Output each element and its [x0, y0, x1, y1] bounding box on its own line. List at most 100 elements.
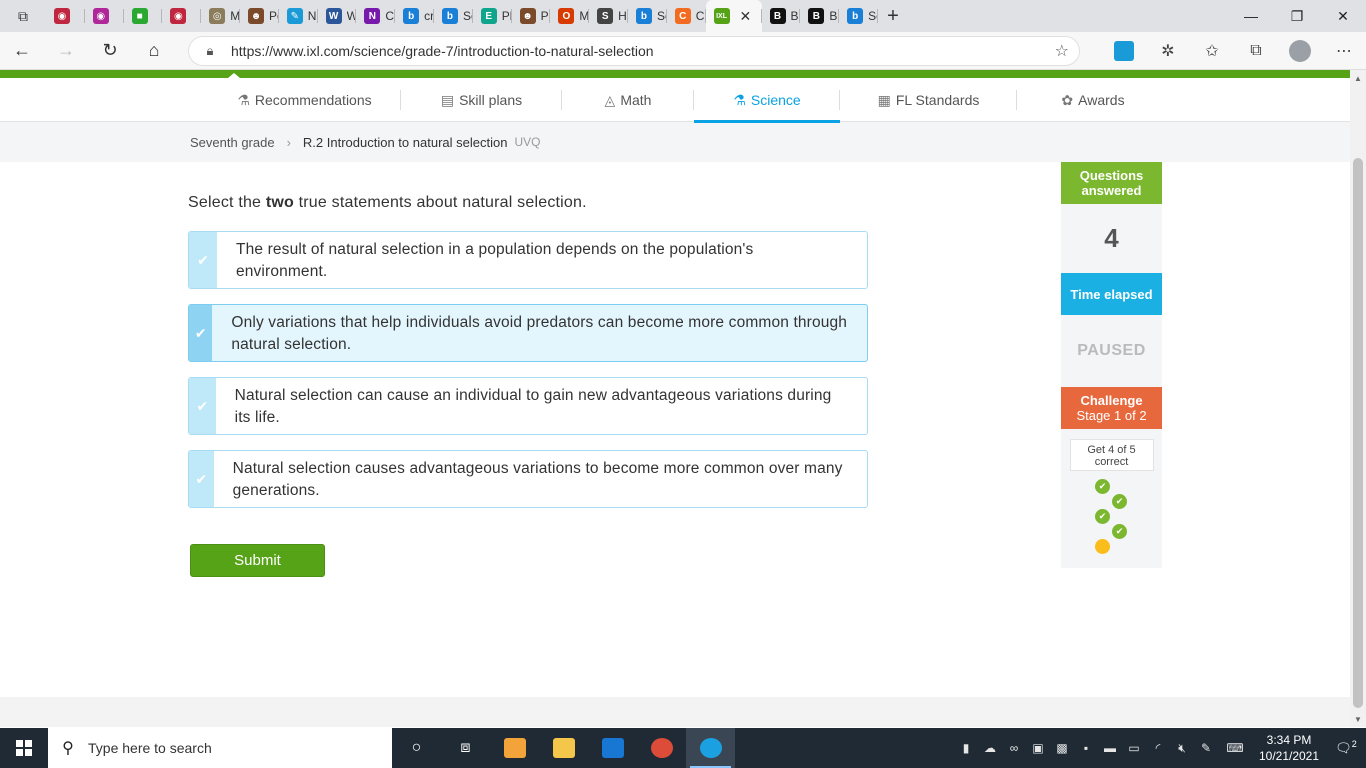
- back-button[interactable]: ←: [0, 32, 44, 70]
- cortana-icon[interactable]: ○: [392, 728, 441, 768]
- answer-option[interactable]: ✔ The result of natural selection in a po…: [188, 231, 868, 289]
- nav-tab-icon: ▤: [440, 91, 455, 108]
- breadcrumb-grade[interactable]: Seventh grade: [190, 135, 275, 150]
- browser-tab[interactable]: S Ho: [589, 0, 628, 32]
- collections-icon[interactable]: ⧉: [1234, 32, 1278, 70]
- submit-button[interactable]: Submit: [190, 544, 325, 577]
- checkmark-icon: ✔: [189, 451, 214, 507]
- home-button[interactable]: ⌂: [132, 32, 176, 70]
- start-button[interactable]: [0, 728, 48, 768]
- tab-actions-icon[interactable]: ⧉: [0, 0, 46, 32]
- answer-option[interactable]: ✔ Natural selection can cause an individu…: [188, 377, 868, 435]
- nav-tab-icon: ✿: [1061, 91, 1074, 108]
- browser-tab[interactable]: ◎ My: [201, 0, 240, 32]
- tab-title: cro: [424, 9, 434, 23]
- tray-app4-icon[interactable]: ▬: [1098, 741, 1122, 755]
- browser-tab[interactable]: N Cul: [356, 0, 395, 32]
- browser-tab[interactable]: b Sea: [628, 0, 667, 32]
- tray-app3-icon[interactable]: ▪: [1074, 741, 1098, 755]
- nav-tab-awards[interactable]: ✿ Awards: [1017, 78, 1169, 122]
- progress-dot-pending-icon: [1095, 539, 1110, 554]
- add-favorite-icon[interactable]: ☆: [1055, 41, 1069, 61]
- nav-tab-label: Awards: [1078, 92, 1125, 108]
- address-bar[interactable]: 🔒︎ https://www.ixl.com/science/grade-7/i…: [188, 36, 1080, 66]
- mail-icon[interactable]: [588, 728, 637, 768]
- nav-tab-label: Math: [620, 92, 652, 108]
- answer-option[interactable]: ✔ Only variations that help individuals a…: [188, 304, 868, 362]
- minimize-button[interactable]: —: [1228, 0, 1274, 32]
- battery-icon[interactable]: ▭: [1122, 741, 1146, 755]
- tab-title: Mic: [579, 9, 590, 23]
- browser-tab[interactable]: ◉: [46, 0, 85, 32]
- lock-icon[interactable]: 🔒︎: [195, 43, 225, 59]
- tab-favicon-icon: ☻: [519, 8, 536, 24]
- browser-tab[interactable]: W Wo: [318, 0, 356, 32]
- browser-tab[interactable]: B Bra: [762, 0, 800, 32]
- progress-dot-complete-icon: ✔: [1112, 524, 1127, 539]
- tray-app-icon[interactable]: ▮: [954, 741, 978, 755]
- edge-icon[interactable]: [686, 728, 735, 768]
- nav-tab-science[interactable]: ⚗ Science: [694, 78, 840, 123]
- file-explorer-icon[interactable]: [539, 728, 588, 768]
- taskbar-search[interactable]: ⚲ Type here to search: [48, 728, 392, 768]
- onedrive-icon[interactable]: ☁: [978, 741, 1002, 755]
- profile-avatar[interactable]: [1278, 32, 1322, 70]
- tray-blue-icon[interactable]: ▣: [1026, 741, 1050, 755]
- page-scrollbar[interactable]: ▲ ▼: [1350, 70, 1366, 727]
- answer-option-text: The result of natural selection in a pop…: [235, 241, 754, 280]
- tab-favicon-icon: N: [364, 8, 381, 24]
- store-icon[interactable]: [490, 728, 539, 768]
- tray-link-icon[interactable]: ∞: [1002, 741, 1026, 755]
- system-clock[interactable]: 3:34 PM 10/21/2021: [1252, 732, 1326, 764]
- browser-tab[interactable]: b Sea: [434, 0, 473, 32]
- time-elapsed-value[interactable]: PAUSED: [1061, 315, 1162, 387]
- browser-tab[interactable]: ◉: [162, 0, 201, 32]
- scrollbar-thumb[interactable]: [1353, 158, 1363, 708]
- favorites-icon[interactable]: ✩: [1190, 32, 1234, 70]
- answer-option[interactable]: ✔ Natural selection causes advantageous v…: [188, 450, 868, 508]
- skill-code: UVQ: [514, 135, 541, 149]
- browser-tab-active[interactable]: IXL ✕: [705, 0, 762, 32]
- nav-tab-skill-plans[interactable]: ▤ Skill plans: [401, 78, 562, 122]
- refresh-button[interactable]: ↻: [88, 32, 132, 70]
- new-tab-button[interactable]: +: [878, 0, 908, 32]
- pen-icon[interactable]: ✎: [1194, 741, 1218, 755]
- close-window-button[interactable]: ✕: [1320, 0, 1366, 32]
- volume-muted-icon[interactable]: 🔇︎: [1170, 741, 1194, 756]
- task-view-icon[interactable]: ⧈: [441, 728, 490, 768]
- nav-tab-math[interactable]: ◬ Math: [562, 78, 694, 122]
- progress-dot-complete-icon: ✔: [1112, 494, 1127, 509]
- wifi-icon[interactable]: ◜: [1146, 741, 1170, 755]
- extensions-puzzle-icon[interactable]: ✲: [1146, 32, 1190, 70]
- nav-tab-label: Recommendations: [254, 92, 372, 108]
- browser-tab[interactable]: O Mic: [550, 0, 589, 32]
- nav-tab-fl-standards[interactable]: ▦ FL Standards: [840, 78, 1017, 122]
- browser-tab[interactable]: bcro: [395, 0, 434, 32]
- browser-tab[interactable]: ✎ Ne: [279, 0, 318, 32]
- nav-tab-recommendations[interactable]: ⚗ Recommendations: [208, 78, 401, 122]
- tab-title: Por: [540, 9, 551, 23]
- scroll-down-arrow-icon[interactable]: ▼: [1350, 711, 1366, 727]
- extension-icon[interactable]: [1102, 32, 1146, 70]
- forward-button[interactable]: →: [44, 32, 88, 70]
- url-text[interactable]: https://www.ixl.com/science/grade-7/intr…: [231, 43, 654, 59]
- keyboard-icon[interactable]: ⌨: [1218, 741, 1252, 755]
- notifications-icon[interactable]: 🗨︎2: [1326, 739, 1366, 756]
- scroll-up-arrow-icon[interactable]: ▲: [1350, 70, 1366, 86]
- browser-tab[interactable]: b Sea: [839, 0, 878, 32]
- browser-tab[interactable]: ☻ Por: [240, 0, 279, 32]
- system-tray: ▮ ☁ ∞ ▣ ▩ ▪ ▬ ▭ ◜ 🔇︎ ✎ ⌨ 3:34 PM 10/21/2…: [954, 728, 1366, 768]
- maximize-button[interactable]: ❐: [1274, 0, 1320, 32]
- chrome-icon[interactable]: [637, 728, 686, 768]
- browser-tab[interactable]: C Che: [667, 0, 706, 32]
- browser-tab[interactable]: ◉: [85, 0, 124, 32]
- more-menu-icon[interactable]: ⋯: [1322, 32, 1366, 70]
- close-tab-icon[interactable]: ✕: [740, 8, 752, 25]
- browser-tab[interactable]: B Bra: [800, 0, 839, 32]
- progress-sidebar: Questions answered 4 Time elapsed PAUSED…: [1061, 162, 1162, 568]
- browser-tab[interactable]: ■: [124, 0, 163, 32]
- tray-app2-icon[interactable]: ▩: [1050, 741, 1074, 755]
- browser-tab[interactable]: E Pho: [473, 0, 512, 32]
- windows-logo-icon: [16, 740, 32, 756]
- browser-tab[interactable]: ☻ Por: [512, 0, 551, 32]
